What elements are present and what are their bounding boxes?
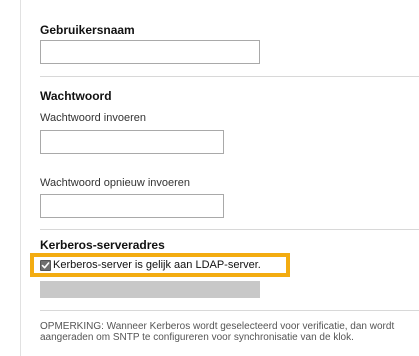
password-reenter-label: Wachtwoord opnieuw invoeren [40, 177, 191, 189]
kerberos-note-line-2: aangeraden om SNTP te configureren voor … [40, 332, 354, 343]
password-field[interactable] [40, 130, 224, 154]
kerberos-same-as-ldap-option[interactable]: Kerberos-server is gelijk aan LDAP-serve… [40, 259, 261, 272]
password-enter-label: Wachtwoord invoeren [40, 112, 146, 124]
kerberos-heading: Kerberos-serveradres [40, 238, 165, 252]
kerberos-note-line-1: OPMERKING: Wanneer Kerberos wordt gesele… [40, 321, 395, 332]
kerberos-note: OPMERKING: Wanneer Kerberos wordt gesele… [40, 321, 419, 343]
checkmark-icon [41, 262, 50, 269]
section-divider [40, 310, 419, 311]
section-divider [40, 76, 419, 77]
password-heading: Wachtwoord [40, 89, 112, 103]
section-divider [40, 229, 419, 230]
kerberos-server-address-field-disabled [40, 281, 260, 298]
panel-left-border [20, 0, 21, 356]
kerberos-same-as-ldap-label: Kerberos-server is gelijk aan LDAP-serve… [53, 259, 261, 271]
username-heading: Gebruikersnaam [40, 23, 135, 37]
username-field[interactable] [40, 40, 260, 64]
ldap-kerberos-settings-panel: Gebruikersnaam Wachtwoord Wachtwoord inv… [0, 0, 419, 356]
password-confirm-field[interactable] [40, 194, 224, 218]
checkbox-checked-icon[interactable] [40, 260, 51, 271]
